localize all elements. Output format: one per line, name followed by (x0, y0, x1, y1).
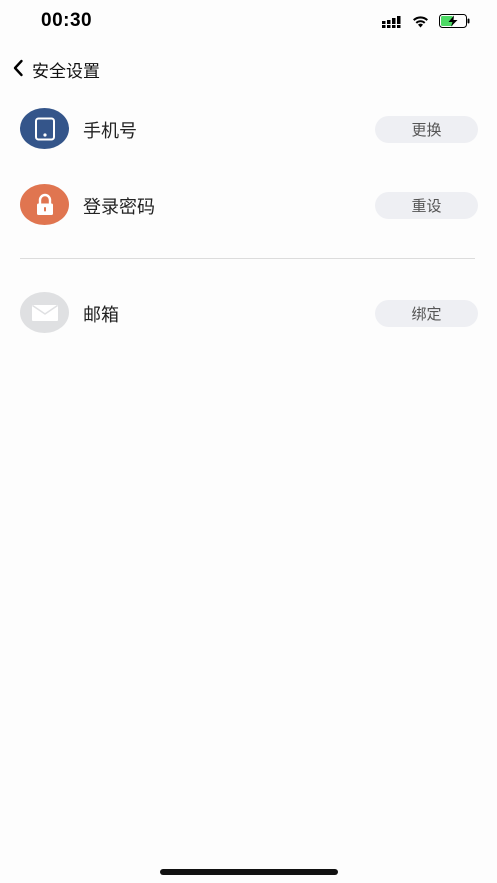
signal-icon (382, 13, 402, 32)
reset-password-button[interactable]: 重设 (375, 192, 478, 219)
status-time: 00:30 (41, 10, 93, 31)
email-row: 邮箱 绑定 (0, 285, 497, 341)
section-divider (20, 258, 475, 259)
change-phone-button[interactable]: 更换 (375, 116, 478, 143)
page-title: 安全设置 (32, 62, 100, 82)
chevron-left-icon (13, 59, 23, 77)
battery-charging-icon (439, 13, 471, 32)
bind-email-button[interactable]: 绑定 (375, 300, 478, 327)
password-row: 登录密码 重设 (0, 177, 497, 233)
status-bar: 00:30 (0, 0, 497, 44)
phone-label: 手机号 (83, 121, 137, 142)
tablet-icon (20, 108, 69, 149)
lock-icon (20, 184, 69, 225)
password-label: 登录密码 (83, 197, 155, 218)
back-button[interactable] (8, 56, 28, 80)
nav-bar: 安全设置 (0, 50, 497, 86)
email-label: 邮箱 (83, 305, 119, 326)
phone-row: 手机号 更换 (0, 101, 497, 157)
wifi-icon (412, 13, 429, 32)
home-indicator[interactable] (160, 869, 338, 875)
status-icons (382, 13, 471, 32)
mail-icon (20, 292, 69, 333)
